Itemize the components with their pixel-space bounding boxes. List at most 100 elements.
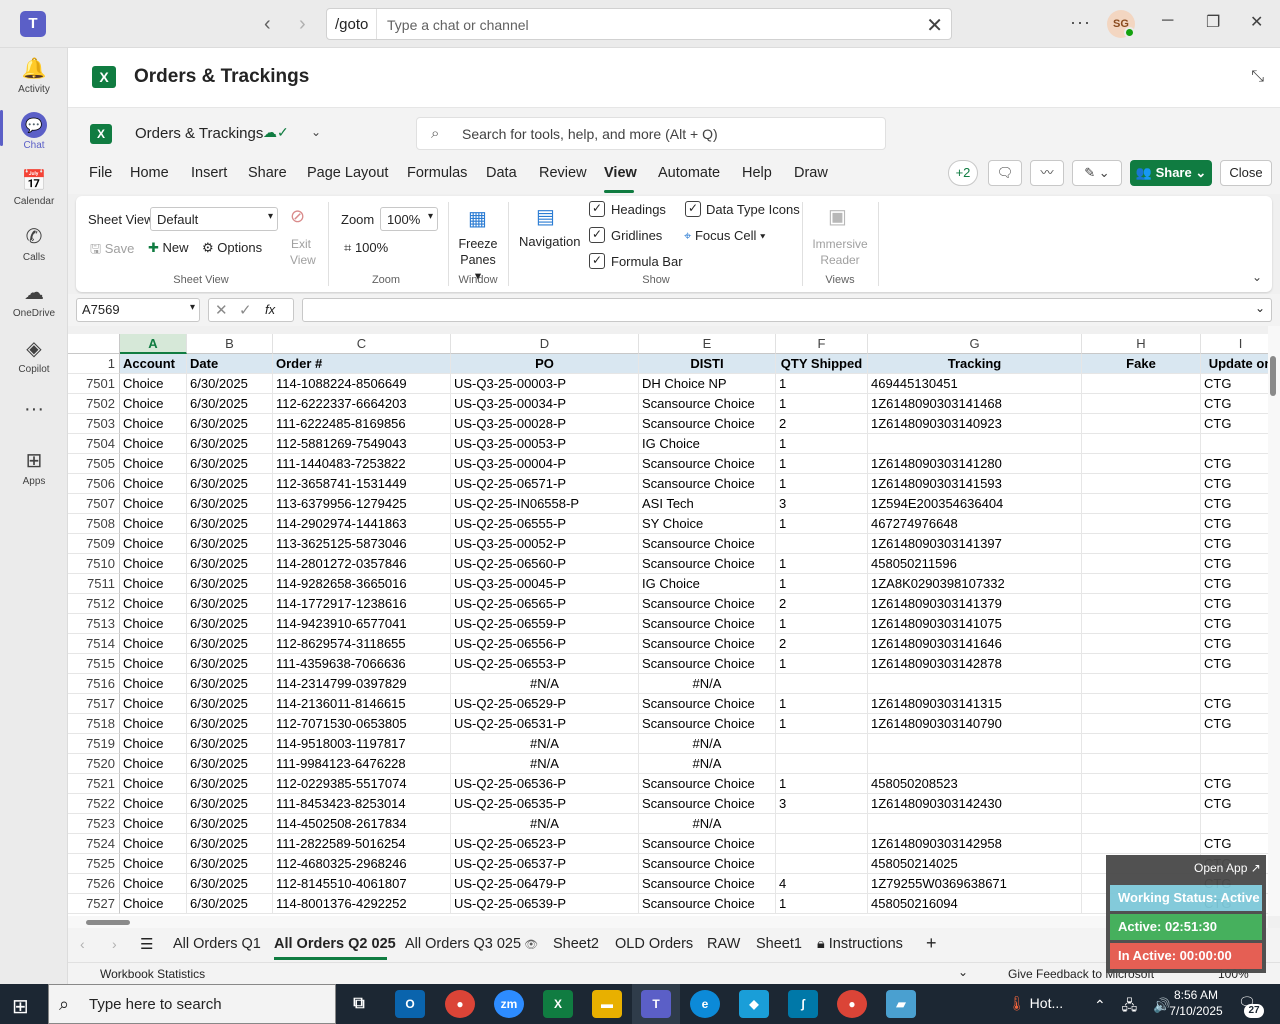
table-cell[interactable]: 114-9518003-1197817 — [273, 734, 451, 754]
row-header[interactable]: 7515 — [68, 654, 120, 674]
table-cell[interactable]: Choice — [120, 554, 187, 574]
table-cell[interactable]: US-Q3-25-00052-P — [451, 534, 639, 554]
table-cell[interactable]: Choice — [120, 514, 187, 534]
table-cell[interactable]: 1ZA8K0290398107332 — [868, 574, 1082, 594]
back-arrow-icon[interactable]: ‹ — [264, 14, 271, 34]
table-cell[interactable] — [1082, 574, 1201, 594]
table-cell[interactable]: 112-7071530-0653805 — [273, 714, 451, 734]
confirm-entry-icon[interactable]: ✓ — [239, 301, 252, 319]
table-cell[interactable]: 467274976648 — [868, 514, 1082, 534]
rail-item-onedrive[interactable]: ☁ OneDrive — [0, 280, 68, 336]
rail-item-activity[interactable]: 🔔 Activity — [0, 56, 68, 112]
table-cell[interactable]: US-Q2-25-06479-P — [451, 874, 639, 894]
table-cell[interactable]: 2 — [776, 594, 868, 614]
restore-icon[interactable]: ❐ — [1206, 12, 1220, 32]
excel-taskbar-icon[interactable]: X — [543, 990, 573, 1018]
table-cell[interactable]: 114-8001376-4292252 — [273, 894, 451, 914]
table-cell[interactable] — [1082, 794, 1201, 814]
sheet-tab-instructions[interactable]: 🔒︎ Instructions — [817, 936, 903, 952]
table-cell[interactable] — [1201, 734, 1268, 754]
table-cell[interactable]: 114-4502508-2617834 — [273, 814, 451, 834]
row-header[interactable]: 7506 — [68, 474, 120, 494]
gridlines-checkbox[interactable]: ✓ — [589, 227, 605, 243]
table-cell[interactable] — [1082, 434, 1201, 454]
rail-item-chat[interactable]: 💬 Chat — [0, 112, 68, 168]
app-icon-hex[interactable]: ◆ — [739, 990, 769, 1018]
tab-review[interactable]: Review — [539, 165, 587, 181]
table-cell[interactable]: Choice — [120, 734, 187, 754]
table-cell[interactable]: ASI Tech — [639, 494, 776, 514]
table-cell[interactable]: 458050211596 — [868, 554, 1082, 574]
table-cell[interactable]: Scansource Choice — [639, 774, 776, 794]
outlook-icon[interactable]: O — [395, 990, 425, 1018]
table-cell[interactable]: Scansource Choice — [639, 894, 776, 914]
table-cell[interactable]: CTG — [1201, 494, 1268, 514]
table-cell[interactable]: 6/30/2025 — [187, 434, 273, 454]
focus-cell-button[interactable]: ⌖ Focus Cell ▾ — [684, 228, 765, 244]
table-cell[interactable]: Scansource Choice — [639, 414, 776, 434]
table-cell[interactable]: CTG — [1201, 834, 1268, 854]
table-cell[interactable]: Choice — [120, 794, 187, 814]
table-cell[interactable]: Choice — [120, 494, 187, 514]
table-cell[interactable] — [868, 434, 1082, 454]
table-cell[interactable]: US-Q2-25-06555-P — [451, 514, 639, 534]
table-cell[interactable]: Scansource Choice — [639, 834, 776, 854]
table-cell[interactable]: Scansource Choice — [639, 654, 776, 674]
table-cell[interactable]: CTG — [1201, 794, 1268, 814]
zoom-100-button[interactable]: ⌗ 100% — [344, 240, 388, 256]
row-header[interactable]: 7525 — [68, 854, 120, 874]
row-header[interactable]: 7505 — [68, 454, 120, 474]
table-cell[interactable]: 6/30/2025 — [187, 734, 273, 754]
table-cell[interactable]: Choice — [120, 414, 187, 434]
name-box[interactable]: A7569 ▾ — [76, 298, 200, 322]
exit-view-button[interactable]: Exit View — [290, 236, 316, 268]
table-cell[interactable] — [1201, 814, 1268, 834]
file-explorer-icon[interactable]: ▬ — [592, 990, 622, 1018]
table-cell[interactable]: SY Choice — [639, 514, 776, 534]
tab-help[interactable]: Help — [742, 165, 772, 181]
table-cell[interactable]: IG Choice — [639, 434, 776, 454]
table-cell[interactable]: #N/A — [451, 754, 639, 774]
row-header[interactable]: 7512 — [68, 594, 120, 614]
table-cell[interactable] — [1082, 774, 1201, 794]
tab-draw[interactable]: Draw — [794, 165, 828, 181]
table-cell[interactable]: Choice — [120, 754, 187, 774]
table-cell[interactable]: US-Q3-25-00045-P — [451, 574, 639, 594]
table-cell[interactable]: Choice — [120, 674, 187, 694]
table-cell[interactable]: US-Q2-25-06536-P — [451, 774, 639, 794]
all-sheets-icon[interactable]: ☰ — [140, 935, 153, 953]
row-header[interactable]: 7509 — [68, 534, 120, 554]
rail-item-copilot[interactable]: ◈ Copilot — [0, 336, 68, 392]
chevron-down-icon[interactable]: ⌄ — [958, 965, 968, 979]
tab-file[interactable]: File — [89, 165, 112, 181]
table-cell[interactable]: 114-1088224-8506649 — [273, 374, 451, 394]
table-cell[interactable]: US-Q2-25-06565-P — [451, 594, 639, 614]
table-cell[interactable]: US-Q2-25-06523-P — [451, 834, 639, 854]
table-cell[interactable]: 6/30/2025 — [187, 414, 273, 434]
table-cell[interactable]: 6/30/2025 — [187, 594, 273, 614]
row-header[interactable]: 7514 — [68, 634, 120, 654]
row-header[interactable]: 7510 — [68, 554, 120, 574]
column-header-d[interactable]: D — [451, 334, 639, 354]
table-cell[interactable]: Scansource Choice — [639, 874, 776, 894]
table-cell[interactable]: Scansource Choice — [639, 594, 776, 614]
activity-icon[interactable]: 〰 — [1030, 160, 1064, 186]
table-cell[interactable] — [1082, 714, 1201, 734]
table-header-cell[interactable]: Update on — [1201, 354, 1268, 374]
table-cell[interactable]: 1 — [776, 774, 868, 794]
table-header-cell[interactable]: Account — [120, 354, 187, 374]
window-close-icon[interactable]: ✕ — [1250, 12, 1263, 32]
table-cell[interactable]: DH Choice NP — [639, 374, 776, 394]
table-cell[interactable]: Choice — [120, 714, 187, 734]
table-cell[interactable]: #N/A — [639, 814, 776, 834]
table-cell[interactable]: Choice — [120, 374, 187, 394]
row-header[interactable]: 7507 — [68, 494, 120, 514]
table-cell[interactable] — [1082, 614, 1201, 634]
table-header-cell[interactable]: Tracking — [868, 354, 1082, 374]
windows-start-icon[interactable]: ⊞ — [12, 994, 29, 1019]
rail-item-calls[interactable]: ✆ Calls — [0, 224, 68, 280]
table-cell[interactable] — [868, 814, 1082, 834]
table-cell[interactable]: CTG — [1201, 594, 1268, 614]
table-cell[interactable]: 112-8145510-4061807 — [273, 874, 451, 894]
add-sheet-icon[interactable]: + — [926, 933, 937, 954]
